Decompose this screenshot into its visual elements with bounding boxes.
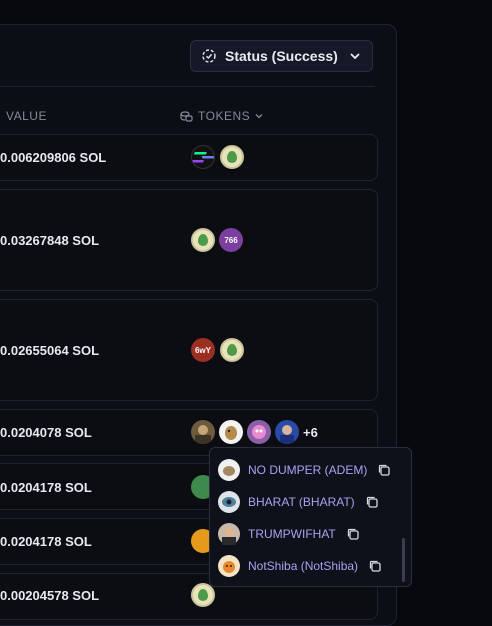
- chevron-down-icon: [348, 49, 362, 63]
- popup-token-item[interactable]: TRUMPWIFHAT: [218, 522, 360, 546]
- token-avatar-icon[interactable]: [275, 420, 299, 444]
- token-avatar-icon: [218, 491, 240, 513]
- popup-token-item[interactable]: NotShiba (NotShiba): [218, 554, 382, 578]
- row-value: 0.0204178 SOL: [0, 480, 92, 495]
- tokens-popup: NO DUMPER (ADEM) BHARAT (BHARAT) TRUMPWI…: [209, 447, 412, 587]
- token-avatar-icon: [218, 459, 240, 481]
- leaf-token-icon[interactable]: [191, 228, 215, 252]
- leaf-token-icon[interactable]: [220, 145, 244, 169]
- token-badge[interactable]: 766: [219, 228, 243, 252]
- copy-icon[interactable]: [368, 559, 382, 573]
- copy-icon[interactable]: [377, 463, 391, 477]
- token-avatar-icon[interactable]: [247, 420, 271, 444]
- token-badge[interactable]: 6wY: [191, 338, 215, 362]
- status-filter-button[interactable]: Status (Success): [190, 40, 373, 72]
- copy-icon[interactable]: [346, 527, 360, 541]
- row-value: 0.02655064 SOL: [0, 343, 100, 358]
- status-filter-label: Status (Success): [225, 48, 338, 64]
- column-header-tokens[interactable]: TOKENS: [179, 109, 264, 123]
- more-tokens-count[interactable]: +6: [303, 425, 318, 440]
- row-value: 0.03267848 SOL: [0, 233, 100, 248]
- popup-scrollbar[interactable]: [402, 538, 405, 582]
- leaf-token-icon[interactable]: [220, 338, 244, 362]
- solana-token-icon[interactable]: [191, 145, 215, 169]
- row-value: 0.0204178 SOL: [0, 534, 92, 549]
- token-avatar-icon[interactable]: [219, 420, 243, 444]
- token-avatar-icon[interactable]: [191, 420, 215, 444]
- coins-icon: [179, 109, 193, 123]
- row-value: 0.006209806 SOL: [0, 150, 107, 165]
- token-avatar-icon: [218, 555, 240, 577]
- leaf-token-icon[interactable]: [191, 583, 215, 607]
- column-header-value[interactable]: VALUE: [6, 109, 47, 123]
- popup-token-item[interactable]: BHARAT (BHARAT): [218, 490, 379, 514]
- chevron-down-icon: [254, 111, 264, 121]
- popup-token-item[interactable]: NO DUMPER (ADEM): [218, 458, 391, 482]
- header-divider: [0, 86, 375, 87]
- copy-icon[interactable]: [365, 495, 379, 509]
- status-circle-check-icon: [201, 48, 217, 64]
- token-avatar-icon: [218, 523, 240, 545]
- row-value: 0.0204078 SOL: [0, 425, 92, 440]
